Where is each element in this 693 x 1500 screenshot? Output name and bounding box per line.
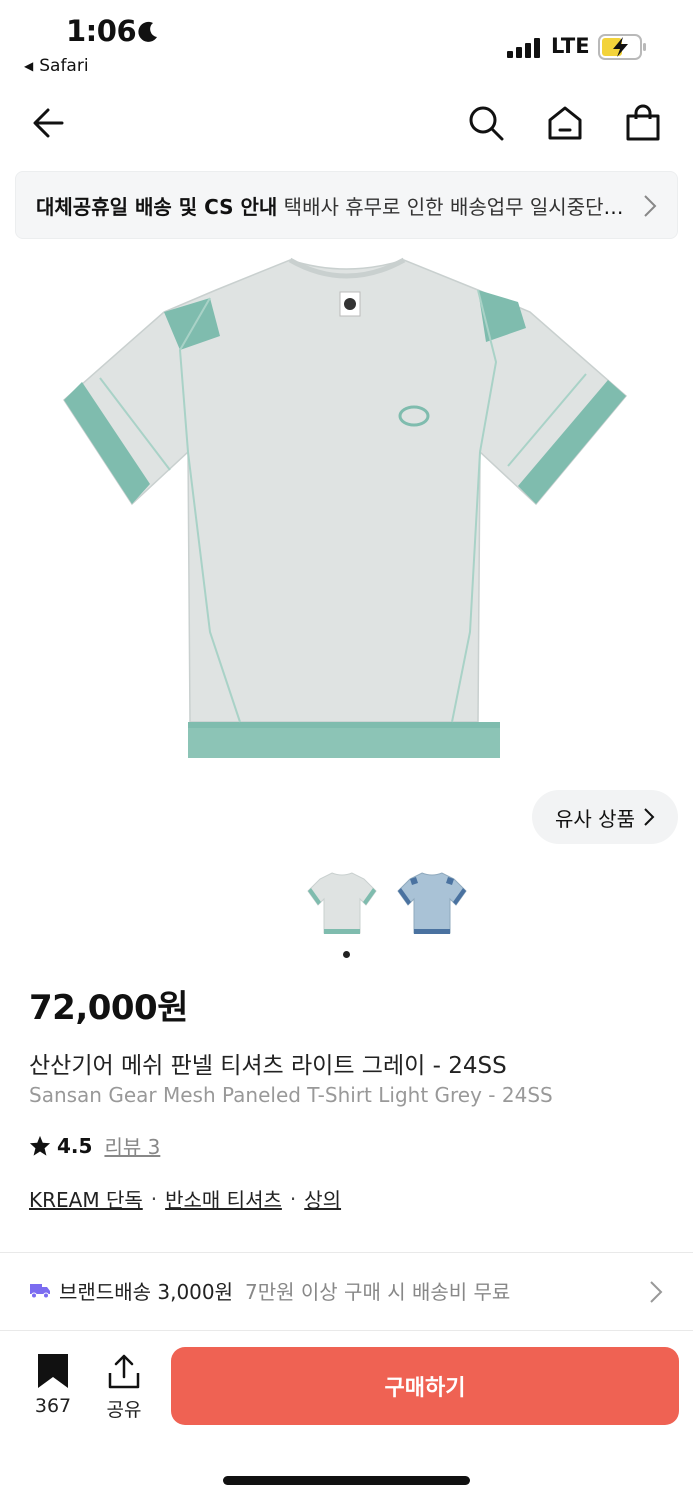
top-nav-bar <box>0 96 693 152</box>
divider <box>0 1252 693 1253</box>
bookmark-count: 367 <box>34 1395 72 1417</box>
delivery-title: 브랜드배송 3,000원 <box>59 1279 234 1304</box>
signal-icon <box>507 38 540 58</box>
bookmark-icon <box>38 1354 68 1388</box>
notice-body: 택배사 휴무로 인한 배송업무 일시중단 안내 <box>283 194 629 219</box>
home-icon <box>548 106 582 140</box>
category-tags: KREAM 단독 · 반소매 티셔츠 · 상의 <box>29 1184 341 1213</box>
back-triangle-icon: ◀ <box>24 59 34 73</box>
chevron-right-icon <box>644 808 655 826</box>
bottom-action-bar: 367 공유 구매하기 <box>0 1331 693 1441</box>
star-icon <box>29 1135 51 1156</box>
thumbnail-grey[interactable] <box>304 866 380 942</box>
search-button[interactable] <box>462 96 510 150</box>
tag-separator: · <box>150 1186 158 1211</box>
home-indicator <box>223 1476 470 1485</box>
network-type: LTE <box>551 34 590 58</box>
shopping-bag-icon <box>626 104 660 141</box>
rating-row: 4.5 리뷰 3 <box>29 1131 160 1160</box>
thumbnail-blue[interactable] <box>394 866 470 942</box>
tag-separator: · <box>289 1186 297 1211</box>
product-title-ko: 산산기어 메쉬 판넬 티셔츠 라이트 그레이 - 24SS <box>29 1053 507 1079</box>
truck-icon <box>30 1284 50 1299</box>
rating-value: 4.5 <box>57 1133 93 1158</box>
tag-tops[interactable]: 상의 <box>304 1184 341 1213</box>
delivery-note: 7만원 이상 구매 시 배송비 무료 <box>245 1279 511 1304</box>
notice-title: 대체공휴일 배송 및 CS 안내 <box>36 194 278 219</box>
similar-products-label: 유사 상품 <box>555 806 635 831</box>
thumbnail-list <box>304 866 470 942</box>
product-title-en: Sansan Gear Mesh Paneled T-Shirt Light G… <box>29 1083 553 1107</box>
product-image[interactable] <box>60 252 632 764</box>
back-app-label: Safari <box>39 56 89 76</box>
back-to-safari-link[interactable]: ◀ Safari <box>24 56 89 76</box>
similar-products-button[interactable]: 유사 상품 <box>532 790 678 844</box>
review-link[interactable]: 리뷰 3 <box>104 1131 160 1160</box>
cart-button[interactable] <box>619 96 667 150</box>
share-button[interactable]: 공유 <box>93 1353 155 1425</box>
carousel-page-indicator <box>343 951 350 958</box>
thumbnail-grey-image <box>307 872 377 934</box>
notice-text: 대체공휴일 배송 및 CS 안내 택배사 휴무로 인한 배송업무 일시중단 안내 <box>36 191 629 220</box>
chevron-right-icon <box>650 1281 663 1303</box>
chevron-right-icon <box>644 195 657 217</box>
thumbnail-blue-image <box>397 872 467 934</box>
moon-icon <box>138 21 157 42</box>
buy-button[interactable]: 구매하기 <box>171 1347 679 1425</box>
bookmark-button[interactable]: 367 <box>22 1353 84 1425</box>
product-price: 72,000원 <box>29 988 188 1028</box>
status-time: 1:06 <box>66 14 137 48</box>
delivery-info-row[interactable]: 브랜드배송 3,000원 7만원 이상 구매 시 배송비 무료 <box>29 1262 669 1318</box>
share-icon <box>108 1354 140 1389</box>
arrow-left-icon <box>33 108 64 138</box>
search-icon <box>469 106 504 141</box>
battery-charging-icon <box>598 34 646 60</box>
tag-kream-exclusive[interactable]: KREAM 단독 <box>29 1184 143 1213</box>
status-bar: 1:06 ◀ Safari LTE <box>0 0 693 86</box>
notice-banner[interactable]: 대체공휴일 배송 및 CS 안내 택배사 휴무로 인한 배송업무 일시중단 안내 <box>15 171 678 239</box>
share-label: 공유 <box>106 1399 142 1421</box>
home-button[interactable] <box>541 96 589 150</box>
tag-short-sleeve[interactable]: 반소매 티셔츠 <box>165 1184 282 1213</box>
back-button[interactable] <box>24 96 72 150</box>
